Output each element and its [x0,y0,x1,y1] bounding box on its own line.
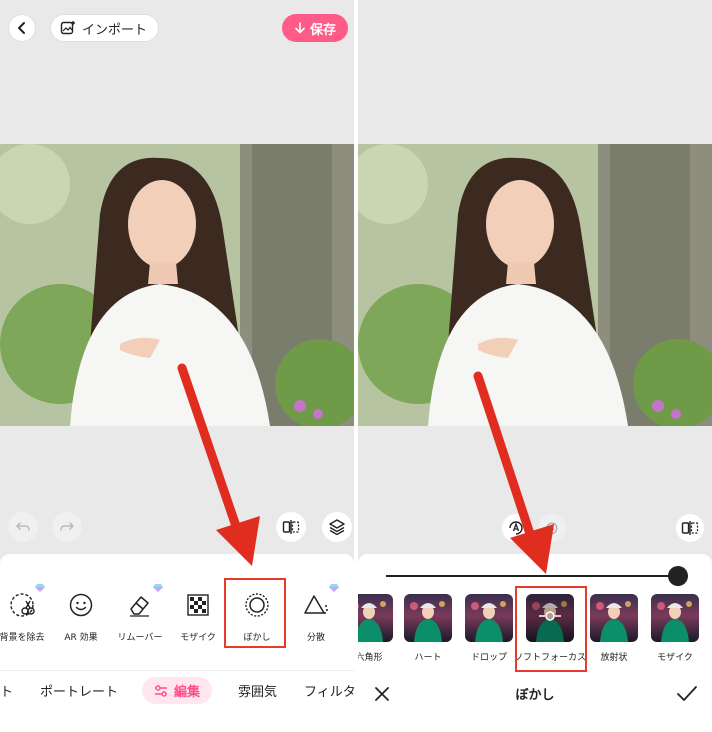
auto-mask-button[interactable] [502,514,530,542]
smiley-icon [69,593,93,617]
intensity-slider-knob[interactable] [668,566,688,586]
photo-canvas[interactable] [0,144,354,426]
image-add-icon [60,21,75,35]
compare-icon [681,521,699,535]
triangle-icon [304,595,328,614]
photo-canvas[interactable] [358,144,712,426]
category-item[interactable]: ト [0,681,13,700]
right-blur-panel: 六角形 ハート ドロップ ソフトフォーカス 放射状 モザイク ぼかし [358,0,712,732]
effect-thumbnail [465,594,513,642]
effect-thumbnail [358,594,393,642]
highlight-box-blur [224,578,286,648]
premium-gem-icon [329,584,339,592]
mosaic-icon [187,594,209,616]
redo-icon [60,522,75,531]
compare-icon [282,520,300,534]
redo-button[interactable] [52,512,82,542]
undo-button[interactable] [8,512,38,542]
effect-mosaic[interactable]: モザイク [650,594,700,664]
tool-mosaic[interactable]: モザイク [168,584,228,654]
tool-remove-background[interactable]: 背景を除去 [0,584,52,654]
tool-label: 背景を除去 [0,633,45,643]
scissors-icon [10,593,35,617]
effect-label: モザイク [657,653,693,663]
blur-action-bar: ぼかし [358,674,712,714]
category-filter[interactable]: フィルタ- [304,681,354,700]
premium-gem-icon [35,584,45,592]
chevron-left-icon [18,22,25,34]
premium-gem-icon [153,584,163,592]
blur-sheet: 六角形 ハート ドロップ ソフトフォーカス 放射状 モザイク ぼかし [358,554,712,732]
highlight-box-soft-focus [515,586,587,672]
brush-mask-button[interactable] [538,514,566,542]
compare-button[interactable] [276,512,306,542]
tool-label: モザイク [180,633,216,643]
checkmark-icon [677,686,697,701]
sliders-icon [155,684,167,697]
category-portrait[interactable]: ポートレート [40,681,118,700]
arrow-down-icon [295,22,305,34]
portrait-photo [0,144,354,426]
person-thumbnail-icon [410,601,445,642]
save-button[interactable]: 保存 [282,14,349,42]
apply-button[interactable] [676,684,698,708]
person-thumbnail-icon [596,601,631,642]
category-edit[interactable]: 編集 [142,677,213,704]
import-button[interactable]: インポート [50,14,160,42]
tool-ar-effect[interactable]: AR 効果 [51,584,111,654]
effect-radial[interactable]: 放射状 [589,594,639,664]
person-thumbnail-icon [657,601,692,642]
effect-heart[interactable]: ハート [403,594,453,664]
effect-label: ドロップ [470,653,507,663]
tool-list: 背景を除去 AR 効果 リムーバー モザイク ぼかし 分散 [0,578,354,664]
save-label: 保存 [310,22,337,38]
portrait-photo [358,144,712,426]
effect-thumbnail [404,594,452,642]
effect-label: ハート [414,653,442,663]
tool-remover[interactable]: リムーバー [110,584,170,654]
effect-thumbnail [590,594,638,642]
left-editor-panel: インポート 保存 背景を除去 AR 効果 リムーバー モザイク ぼかし 分散 ト… [0,0,354,732]
back-button[interactable] [8,14,36,42]
category-edit-label: 編集 [174,685,201,700]
category-bar: ト ポートレート 編集 雰囲気 フィルタ- [0,670,354,710]
undo-icon [15,522,30,531]
effect-thumbnail [651,594,699,642]
person-thumbnail-icon [471,601,506,642]
effect-label: 六角形 [358,653,383,663]
tool-label: 分散 [306,633,325,643]
layers-button[interactable] [322,512,352,542]
blur-title: ぼかし [515,688,555,703]
tool-label: リムーバー [117,633,163,643]
tool-sheet: 背景を除去 AR 効果 リムーバー モザイク ぼかし 分散 ト ポートレート 編… [0,554,354,732]
auto-person-icon [509,521,523,535]
blur-effect-list: 六角形 ハート ドロップ ソフトフォーカス 放射状 モザイク [358,586,712,672]
hand-brush-icon [545,522,558,535]
tool-label: AR 効果 [64,633,98,643]
eraser-icon [130,596,149,617]
person-thumbnail-icon [358,601,386,642]
import-label: インポート [82,22,148,38]
intensity-slider-track[interactable] [386,575,678,577]
effect-label: 放射状 [600,653,628,663]
effect-drop[interactable]: ドロップ [464,594,514,664]
effect-hexagon[interactable]: 六角形 [358,594,394,664]
layers-icon [329,519,345,536]
category-atmosphere[interactable]: 雰囲気 [238,681,277,700]
compare-button[interactable] [676,514,704,542]
tool-disperse[interactable]: 分散 [286,584,346,654]
